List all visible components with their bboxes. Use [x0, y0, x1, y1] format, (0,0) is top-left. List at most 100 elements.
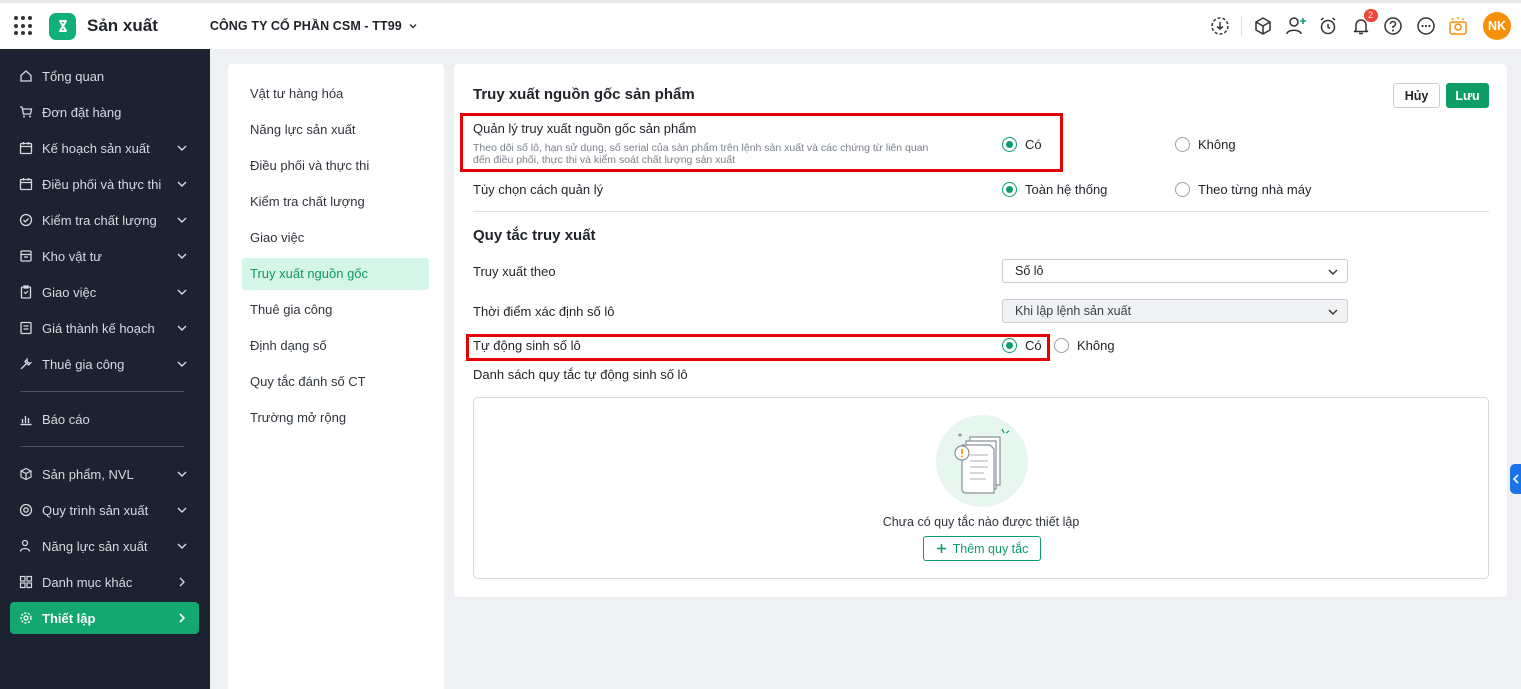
- submenu-item-tasks[interactable]: Giao việc: [242, 222, 429, 254]
- chevron-down-icon: [177, 361, 187, 367]
- company-name: CÔNG TY CỔ PHẦN CSM - TT99: [209, 19, 402, 33]
- radio-circle: [1002, 137, 1017, 152]
- sidebar-item-categories[interactable]: Danh mục khác: [10, 566, 199, 598]
- sidebar-item-label: Thiết lập: [42, 610, 96, 626]
- sidebar-item-label: Báo cáo: [42, 411, 90, 427]
- chevron-down-icon: [177, 325, 187, 331]
- save-button[interactable]: Lưu: [1446, 83, 1489, 108]
- radio-label: Có: [1025, 137, 1042, 152]
- notification-badge: 2: [1363, 9, 1378, 22]
- app-logo-icon: [49, 12, 76, 40]
- lightbulb-icon[interactable]: [1447, 15, 1469, 37]
- radio-circle: [1175, 137, 1190, 152]
- submenu-item-number-format[interactable]: Định dạng số: [242, 330, 429, 362]
- submenu-item-outsourcing[interactable]: Thuê gia công: [242, 294, 429, 326]
- sidebar-item-overview[interactable]: Tổng quan: [10, 60, 199, 92]
- empty-document-icon: [936, 415, 1028, 507]
- sidebar-item-settings[interactable]: Thiết lập: [10, 602, 199, 634]
- traceability-panel: Truy xuất nguồn gốc sản phẩm Hủy Lưu Quả…: [454, 64, 1507, 597]
- manage-trace-label: Quản lý truy xuất nguồn gốc sản phẩm: [473, 121, 697, 136]
- sidebar-item-tasks[interactable]: Giao việc: [10, 276, 199, 308]
- box-icon[interactable]: [1252, 15, 1274, 37]
- chevron-down-icon: [1328, 269, 1338, 275]
- sidebar-item-quality[interactable]: Kiểm tra chất lượng: [10, 204, 199, 236]
- sidebar-item-process[interactable]: Quy trình sản xuất: [10, 494, 199, 526]
- chevron-down-icon: [177, 471, 187, 477]
- sidebar-item-label: Kiểm tra chất lượng: [42, 212, 157, 228]
- sidebar-item-label: Giá thành kế hoạch: [42, 320, 155, 336]
- submenu-item-capacity[interactable]: Năng lực sản xuất: [242, 114, 429, 146]
- select-value: Khi lập lệnh sản xuất: [1015, 304, 1132, 318]
- sidebar-item-outsourcing[interactable]: Thuê gia công: [10, 348, 199, 380]
- clipboard-icon: [19, 285, 33, 299]
- rule-list-empty-state: Chưa có quy tắc nào được thiết lập Thêm …: [473, 397, 1489, 579]
- add-rule-button[interactable]: Thêm quy tắc: [923, 536, 1041, 561]
- sidebar-item-label: Tổng quan: [42, 68, 105, 84]
- manage-trace-yes-radio[interactable]: Có: [1002, 137, 1042, 152]
- help-icon[interactable]: [1382, 15, 1404, 37]
- manage-trace-no-radio[interactable]: Không: [1175, 137, 1236, 152]
- sidebar-divider: [20, 391, 184, 392]
- chevron-right-icon: [179, 577, 185, 587]
- chevron-down-icon: [177, 253, 187, 259]
- tool-icon: [19, 357, 33, 371]
- sidebar-item-coordination[interactable]: Điều phối và thực thi: [10, 168, 199, 200]
- submenu-item-quality[interactable]: Kiểm tra chất lượng: [242, 186, 429, 218]
- radio-circle: [1002, 338, 1017, 353]
- process-icon: [19, 503, 33, 517]
- app-title: Sản xuất: [87, 16, 158, 35]
- collapse-handle[interactable]: [1510, 464, 1521, 494]
- warehouse-icon: [19, 249, 33, 263]
- calendar-icon: [19, 141, 33, 155]
- chevron-down-icon: [1328, 309, 1338, 315]
- chevron-down-icon: [177, 145, 187, 151]
- manage-option-factory-radio[interactable]: Theo từng nhà máy: [1175, 182, 1312, 197]
- person-icon: [19, 539, 33, 553]
- add-user-icon[interactable]: [1285, 15, 1307, 37]
- sidebar-item-orders[interactable]: Đơn đặt hàng: [10, 96, 199, 128]
- chevron-down-icon: [177, 181, 187, 187]
- sidebar-item-label: Quy trình sản xuất: [42, 502, 149, 518]
- radio-label: Theo từng nhà máy: [1198, 182, 1312, 197]
- more-icon[interactable]: [1415, 15, 1437, 37]
- home-icon: [19, 69, 33, 83]
- section-divider: [473, 211, 1489, 212]
- select-value: Số lô: [1015, 264, 1044, 278]
- download-icon[interactable]: [1209, 15, 1231, 37]
- gear-icon: [19, 611, 33, 625]
- calendar-icon: [19, 177, 33, 191]
- sidebar-item-capacity[interactable]: Năng lực sản xuất: [10, 530, 199, 562]
- sidebar-item-production-plan[interactable]: Kế hoạch sản xuất: [10, 132, 199, 164]
- radio-circle: [1175, 182, 1190, 197]
- auto-lot-no-radio[interactable]: Không: [1054, 338, 1115, 353]
- sidebar-item-products[interactable]: Sản phẩm, NVL: [10, 458, 199, 490]
- cube-icon: [19, 467, 33, 481]
- radio-circle: [1002, 182, 1017, 197]
- sidebar-item-label: Kho vật tư: [42, 248, 103, 264]
- manage-option-system-radio[interactable]: Toàn hệ thống: [1002, 182, 1107, 197]
- plus-icon: [936, 544, 946, 553]
- submenu-item-custom-fields[interactable]: Trường mở rộng: [242, 402, 429, 434]
- sidebar-item-label: Đơn đặt hàng: [42, 104, 122, 120]
- company-selector[interactable]: CÔNG TY CỔ PHẦN CSM - TT99: [210, 19, 418, 33]
- submenu-item-materials[interactable]: Vật tư hàng hóa: [242, 78, 429, 110]
- empty-state-text: Chưa có quy tắc nào được thiết lập: [882, 515, 1080, 529]
- alarm-icon[interactable]: [1317, 15, 1339, 37]
- sidebar-item-cost-plan[interactable]: Giá thành kế hoạch: [10, 312, 199, 344]
- bell-icon[interactable]: 2: [1350, 9, 1378, 37]
- auto-lot-label: Tự động sinh số lô: [473, 338, 581, 353]
- rules-section-title: Quy tắc truy xuất: [473, 227, 596, 244]
- sidebar-item-reports[interactable]: Báo cáo: [10, 403, 199, 435]
- lot-time-label: Thời điểm xác định số lô: [473, 304, 615, 319]
- submenu-item-traceability[interactable]: Truy xuất nguồn gốc: [242, 258, 429, 290]
- app-grid-icon[interactable]: [14, 16, 34, 36]
- lot-time-select[interactable]: Khi lập lệnh sản xuất: [1002, 299, 1348, 323]
- submenu-item-coordination[interactable]: Điều phối và thực thi: [242, 150, 429, 182]
- avatar[interactable]: NK: [1483, 12, 1511, 40]
- sidebar-item-warehouse[interactable]: Kho vật tư: [10, 240, 199, 272]
- sidebar: Tổng quan Đơn đặt hàng Kế hoạch sản xuất…: [0, 49, 210, 689]
- trace-by-select[interactable]: Số lô: [1002, 259, 1348, 283]
- submenu-item-doc-numbering[interactable]: Quy tắc đánh số CT: [242, 366, 429, 398]
- cancel-button[interactable]: Hủy: [1393, 83, 1440, 108]
- auto-lot-yes-radio[interactable]: Có: [1002, 338, 1042, 353]
